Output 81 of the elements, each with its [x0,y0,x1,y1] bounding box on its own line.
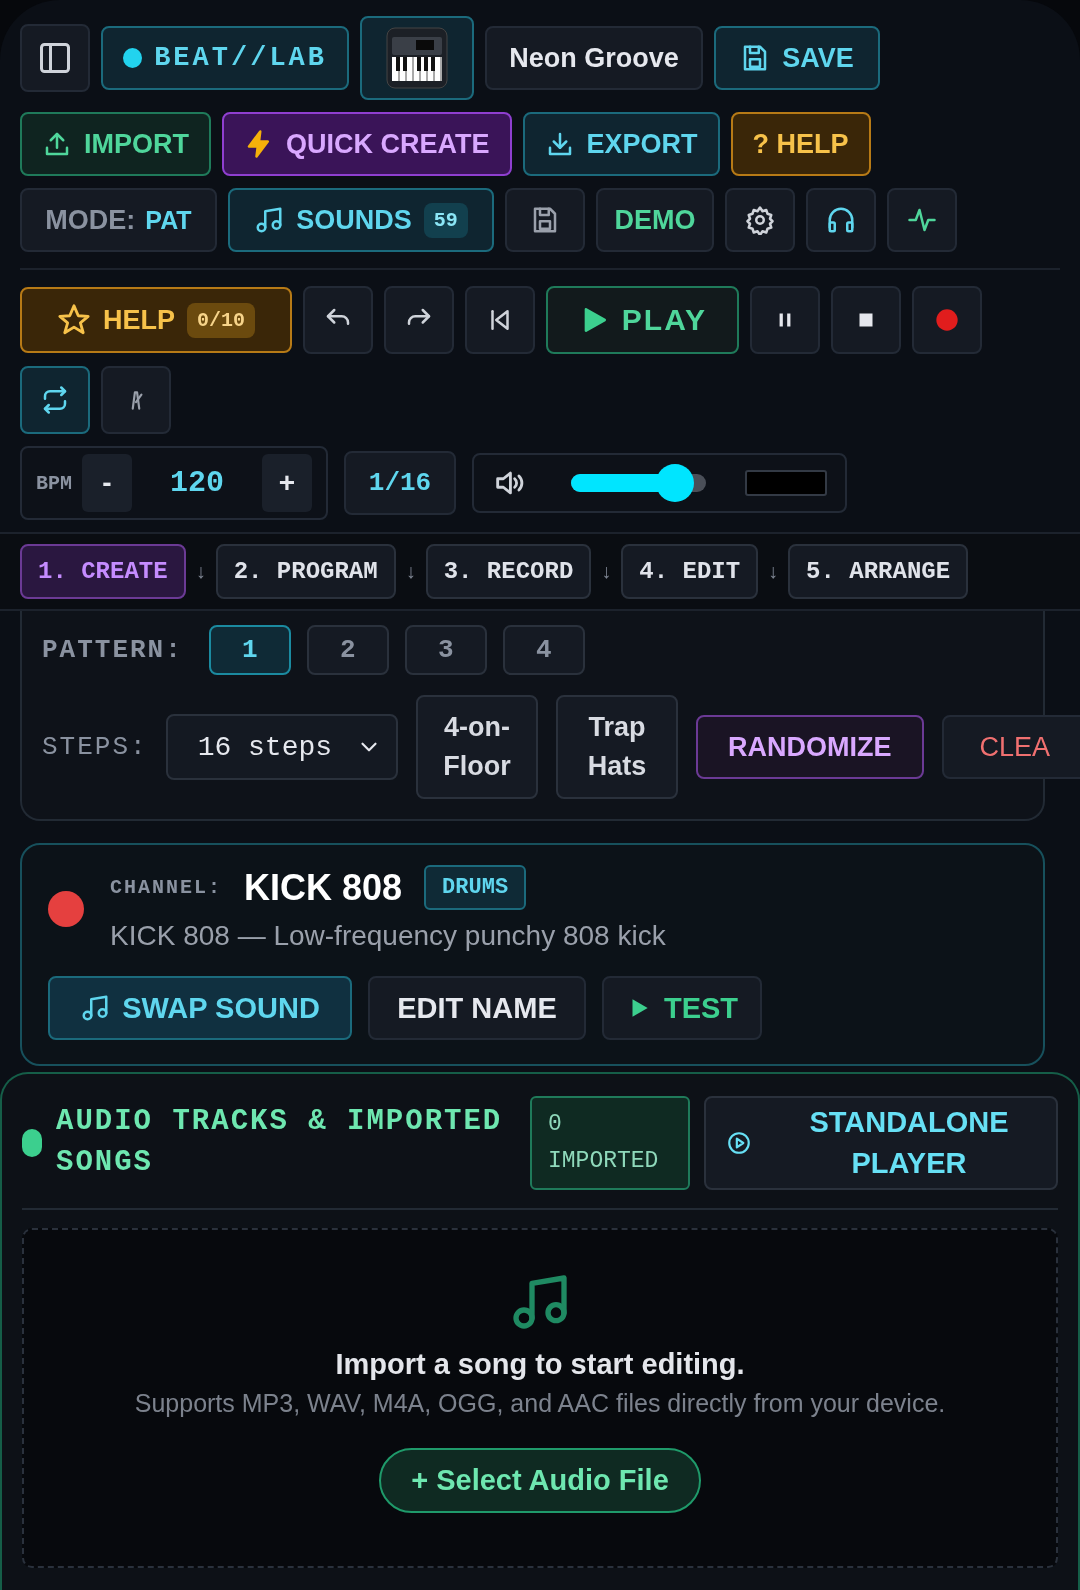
skip-back-button[interactable] [465,286,535,354]
pattern-tab[interactable]: 4 [502,625,585,675]
step-arrow: ↓ [601,560,612,583]
undo-button[interactable] [303,286,373,354]
channel-description: KICK 808 — Low-frequency punchy 808 kick [110,920,666,952]
increase-bpm-button[interactable]: + [262,454,312,512]
export-button[interactable]: EXPORT [522,112,720,176]
pattern-tab[interactable]: 3 [404,625,487,675]
mode-display[interactable]: MODE: PAT [20,188,217,252]
channel-label: CHANNEL: [110,876,222,899]
edit-name-button[interactable]: EDIT NAME [368,976,586,1040]
pattern-tab[interactable]: 2 [306,625,389,675]
music-note-icon [254,205,285,235]
sounds-button[interactable]: SOUNDS 59 [228,188,494,252]
instrument-button[interactable] [360,16,474,100]
music-note-icon [80,993,111,1023]
play-button[interactable]: PLAY [546,286,739,354]
help-step-count: 0/10 [187,302,255,338]
preset-button[interactable]: Trap Hats [556,695,679,799]
workflow-step-tab[interactable]: 4. EDIT [621,544,759,599]
empty-title: Import a song to start editing. [335,1348,745,1381]
waveform-button[interactable] [887,188,957,252]
demo-button[interactable]: DEMO [596,188,714,252]
select-audio-file-button[interactable]: + Select Audio File [379,1448,701,1513]
bpm-value: 120 [169,466,225,500]
randomize-button[interactable]: RANDOMIZE [696,715,924,779]
redo-button[interactable] [384,286,454,354]
sidebar-toggle-button[interactable] [20,24,90,92]
empty-description: Supports MP3, WAV, M4A, OGG, and AAC files directly from your device. [134,1389,946,1418]
workflow-step-tab[interactable]: 3. RECORD [425,544,592,599]
settings-icon [745,205,775,235]
volume-thumb[interactable] [655,464,694,502]
section-title: AUDIO TRACKS & IMPORTED SONGS [56,1104,504,1181]
preset-button[interactable]: 4-on-Floor [416,695,539,799]
standalone-player-button[interactable]: STANDALONE PLAYER [704,1096,1058,1190]
steps-value: 16 steps [197,731,333,763]
keyboard-icon [386,27,448,89]
pattern-label: PATTERN: [42,635,183,665]
help-button[interactable]: ? HELP [730,112,871,176]
quick-button[interactable]: QUICK CREATE [222,112,512,176]
sounds-label: SOUNDS [296,204,412,236]
decrease-bpm-button[interactable]: - [82,454,132,512]
imported-count: 0 IMPORTED [530,1096,690,1190]
logo-dot-icon [123,48,143,68]
workflow-step-tab[interactable]: 5. ARRANGE [788,544,969,599]
sounds-count: 59 [423,202,468,238]
headphones-icon [826,205,856,235]
quantize-button[interactable]: 1/16 [344,451,456,515]
step-arrow: ↓ [405,560,416,583]
steps-dropdown[interactable]: 16 steps [165,714,399,780]
test-button[interactable]: TEST [602,976,762,1040]
sidebar-icon [37,40,73,76]
loop-button[interactable] [20,366,90,434]
mode-label: MODE: [45,204,136,236]
save-icon-button[interactable] [505,188,585,252]
mode-value: PAT [145,205,192,235]
clear-button[interactable]: CLEA [941,715,1080,779]
pause-button[interactable] [750,286,820,354]
workflow-step-tab[interactable]: 1. CREATE [20,544,186,599]
channel-name: KICK 808 [244,866,403,909]
project-name-button[interactable]: Neon Groove [485,26,703,90]
play-circle-icon [726,1130,752,1156]
headphones-button[interactable] [806,188,876,252]
workflow-step-tab[interactable]: 2. PROGRAM [215,544,396,599]
logo-button[interactable]: BEAT//LAB [101,26,349,90]
save-button[interactable]: SAVE [714,26,880,90]
help-label: HELP [103,304,175,336]
tutorial-help-button[interactable]: HELP 0/10 [20,287,292,353]
star-icon [57,303,91,337]
import-button[interactable]: IMPORT [20,112,211,176]
category-tag: DRUMS [424,865,527,910]
step-arrow: ↓ [768,560,779,583]
swap-sound-button[interactable]: SWAP SOUND [48,976,352,1040]
record-button[interactable] [912,286,982,354]
metronome-button[interactable] [101,366,171,434]
steps-label: STEPS: [42,732,148,762]
pattern-tab[interactable]: 1 [208,625,291,675]
bpm-label: BPM [36,471,72,495]
settings-button[interactable] [725,188,795,252]
step-arrow: ↓ [195,560,206,583]
stop-button[interactable] [831,286,901,354]
